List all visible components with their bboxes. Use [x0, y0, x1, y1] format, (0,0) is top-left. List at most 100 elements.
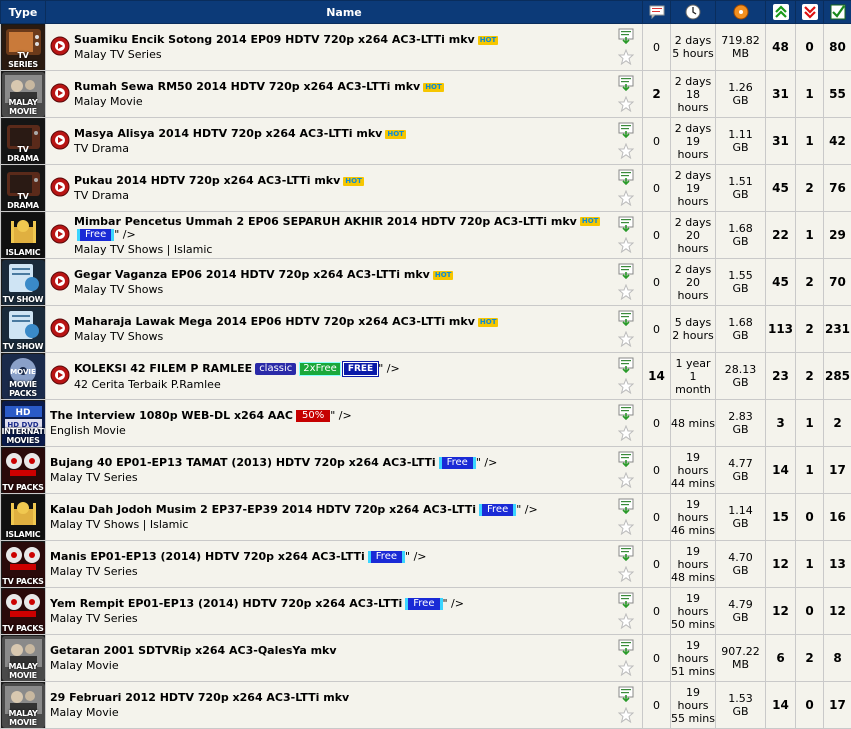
type-cell[interactable]: TV PACKS [1, 588, 46, 635]
completed-count[interactable]: 42 [824, 118, 851, 165]
completed-count[interactable]: 70 [824, 259, 851, 306]
seeders-count[interactable]: 22 [766, 212, 796, 259]
bookmark-star-icon[interactable] [614, 284, 638, 303]
torrent-title-link[interactable]: Masya Alisya 2014 HDTV 720p x264 AC3-LTT… [74, 127, 382, 140]
table-row[interactable]: MALAY MOVIE29 Februari 2012 HDTV 720p x2… [1, 682, 851, 729]
leechers-column-header[interactable] [796, 1, 824, 24]
seeders-count[interactable]: 45 [766, 259, 796, 306]
leechers-count[interactable]: 2 [796, 306, 824, 353]
download-icon[interactable] [614, 122, 638, 141]
leechers-count[interactable]: 0 [796, 588, 824, 635]
tv-packs-icon[interactable]: TV PACKS [2, 589, 45, 634]
comments-count[interactable]: 0 [643, 588, 671, 635]
tv-show-icon[interactable]: TV SHOW [2, 307, 45, 352]
table-row[interactable]: MALAY MOVIE Getaran 2001 SDTVRip x264 AC3… [1, 635, 851, 682]
torrent-title-link[interactable]: Gegar Vaganza EP06 2014 HDTV 720p x264 A… [74, 268, 430, 281]
bookmark-star-icon[interactable] [614, 143, 638, 162]
torrent-title-link[interactable]: Kalau Dah Jodoh Musim 2 EP37-EP39 2014 H… [50, 503, 476, 516]
bookmark-star-icon[interactable] [614, 49, 638, 68]
type-cell[interactable]: TV DRAMA [1, 165, 46, 212]
table-row[interactable]: ISLAMIC Kalau Dah Jodoh Musim 2 EP37-EP39… [1, 494, 851, 541]
download-icon[interactable] [614, 169, 638, 188]
size-column-header[interactable] [716, 1, 766, 24]
completed-count[interactable]: 17 [824, 682, 851, 729]
table-row[interactable]: TV PACKS Bujang 40 EP01-EP13 TAMAT (2013)… [1, 447, 851, 494]
table-row[interactable]: ISLAMICMimbar Pencetus Ummah 2 EP06 SEPA… [1, 212, 851, 259]
download-icon[interactable] [614, 75, 638, 94]
seeders-count[interactable]: 3 [766, 400, 796, 447]
time-column-header[interactable] [671, 1, 716, 24]
leechers-count[interactable]: 1 [796, 447, 824, 494]
download-icon[interactable] [614, 357, 638, 376]
completed-count[interactable]: 285 [824, 353, 851, 400]
comments-count[interactable]: 0 [643, 494, 671, 541]
comments-column-header[interactable] [643, 1, 671, 24]
download-icon[interactable] [614, 216, 638, 235]
download-icon[interactable] [614, 686, 638, 705]
completed-count[interactable]: 16 [824, 494, 851, 541]
bookmark-star-icon[interactable] [614, 378, 638, 397]
comments-count[interactable]: 0 [643, 400, 671, 447]
comments-count[interactable]: 0 [643, 447, 671, 494]
bookmark-star-icon[interactable] [614, 331, 638, 350]
leechers-count[interactable]: 1 [796, 212, 824, 259]
torrent-title-link[interactable]: Mimbar Pencetus Ummah 2 EP06 SEPARUH AKH… [74, 215, 577, 228]
completed-count[interactable]: 76 [824, 165, 851, 212]
comments-count[interactable]: 0 [643, 165, 671, 212]
completed-count[interactable]: 55 [824, 71, 851, 118]
completed-count[interactable]: 8 [824, 635, 851, 682]
torrent-title-link[interactable]: Getaran 2001 SDTVRip x264 AC3-QalesYa mk… [50, 644, 337, 657]
comments-count[interactable]: 2 [643, 71, 671, 118]
bookmark-star-icon[interactable] [614, 566, 638, 585]
torrent-title-link[interactable]: The Interview 1080p WEB-DL x264 AAC [50, 409, 293, 422]
download-icon[interactable] [614, 263, 638, 282]
table-row[interactable]: TV PACKSYem Rempit EP01-EP13 (2014) HDTV… [1, 588, 851, 635]
torrent-title-link[interactable]: Manis EP01-EP13 (2014) HDTV 720p x264 AC… [50, 550, 365, 563]
type-cell[interactable]: TV SHOW [1, 306, 46, 353]
type-cell[interactable]: TV PACKS [1, 541, 46, 588]
table-row[interactable]: TV PACKS Manis EP01-EP13 (2014) HDTV 720p… [1, 541, 851, 588]
completed-count[interactable]: 17 [824, 447, 851, 494]
type-cell[interactable]: ISLAMIC [1, 494, 46, 541]
seeders-count[interactable]: 31 [766, 118, 796, 165]
comments-count[interactable]: 0 [643, 259, 671, 306]
bookmark-star-icon[interactable] [614, 237, 638, 256]
table-row[interactable]: HDHD DVDINTERNATIONAL MOVIESThe Intervie… [1, 400, 851, 447]
download-icon[interactable] [614, 498, 638, 517]
seeders-count[interactable]: 45 [766, 165, 796, 212]
leechers-count[interactable]: 2 [796, 353, 824, 400]
comments-count[interactable]: 0 [643, 212, 671, 259]
completed-count[interactable]: 80 [824, 24, 851, 71]
name-column-header[interactable]: Name [46, 1, 643, 24]
table-row[interactable]: TV SHOWMaharaja Lawak Mega 2014 EP06 HDT… [1, 306, 851, 353]
bookmark-star-icon[interactable] [614, 707, 638, 726]
table-row[interactable]: TV SERIES Suamiku Encik Sotong 2014 EP09 … [1, 24, 851, 71]
completed-count[interactable]: 2 [824, 400, 851, 447]
tv-packs-icon[interactable]: TV PACKS [2, 448, 45, 493]
torrent-title-link[interactable]: Bujang 40 EP01-EP13 TAMAT (2013) HDTV 72… [50, 456, 436, 469]
download-icon[interactable] [614, 28, 638, 47]
leechers-count[interactable]: 2 [796, 259, 824, 306]
seeders-count[interactable]: 12 [766, 541, 796, 588]
table-row[interactable]: MOVIEMOVIE PACKSKOLEKSI 42 FILEM P RAMLE… [1, 353, 851, 400]
malay-movie-icon[interactable]: MALAY MOVIE [2, 72, 45, 117]
seeders-count[interactable]: 12 [766, 588, 796, 635]
download-icon[interactable] [614, 592, 638, 611]
type-cell[interactable]: TV PACKS [1, 447, 46, 494]
bookmark-star-icon[interactable] [614, 660, 638, 679]
tv-series-icon[interactable]: TV SERIES [2, 25, 45, 70]
comments-count[interactable]: 0 [643, 635, 671, 682]
comments-count[interactable]: 0 [643, 118, 671, 165]
torrent-title-link[interactable]: Suamiku Encik Sotong 2014 EP09 HDTV 720p… [74, 33, 475, 46]
completed-count[interactable]: 13 [824, 541, 851, 588]
table-row[interactable]: MALAY MOVIERumah Sewa RM50 2014 HDTV 720… [1, 71, 851, 118]
bookmark-star-icon[interactable] [614, 519, 638, 538]
type-cell[interactable]: MALAY MOVIE [1, 635, 46, 682]
type-cell[interactable]: TV SERIES [1, 24, 46, 71]
seeders-count[interactable]: 48 [766, 24, 796, 71]
islamic-icon[interactable]: ISLAMIC [2, 495, 45, 540]
malay-movie-icon[interactable]: MALAY MOVIE [2, 636, 45, 681]
seeders-count[interactable]: 15 [766, 494, 796, 541]
leechers-count[interactable]: 2 [796, 165, 824, 212]
download-icon[interactable] [614, 545, 638, 564]
